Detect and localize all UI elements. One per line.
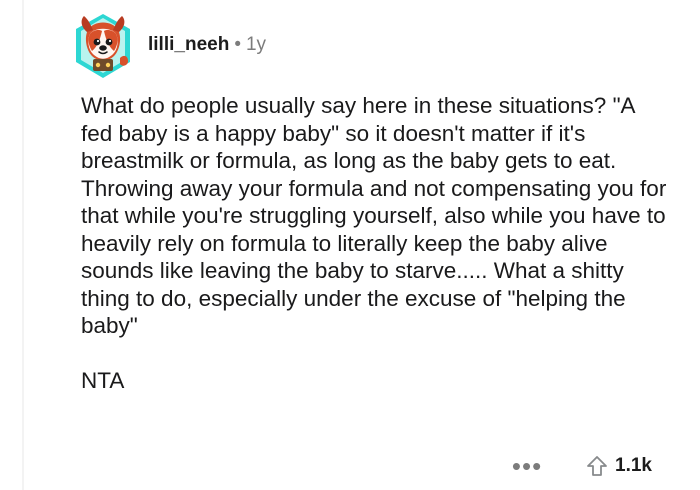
- comment-body: What do people usually say here in these…: [81, 92, 671, 394]
- reddit-comment: lilli_neeh • 1y What do people usually say…: [0, 0, 700, 490]
- vote-controls: 1.1k: [585, 454, 652, 478]
- vote-score: 1.1k: [615, 455, 652, 476]
- comment-age[interactable]: 1y: [246, 34, 266, 55]
- upvote-arrow-icon[interactable]: [585, 454, 609, 478]
- comment-verdict: NTA: [81, 367, 125, 393]
- username-link[interactable]: lilli_neeh: [148, 34, 229, 55]
- avatar[interactable]: [72, 12, 134, 80]
- meta-separator: •: [234, 34, 241, 55]
- comment-paragraph: What do people usually say here in these…: [81, 93, 667, 338]
- comment-meta: lilli_neeh • 1y: [148, 33, 266, 57]
- more-options-icon[interactable]: •••: [509, 452, 545, 480]
- comment-actions: ••• 1.1k: [509, 452, 652, 480]
